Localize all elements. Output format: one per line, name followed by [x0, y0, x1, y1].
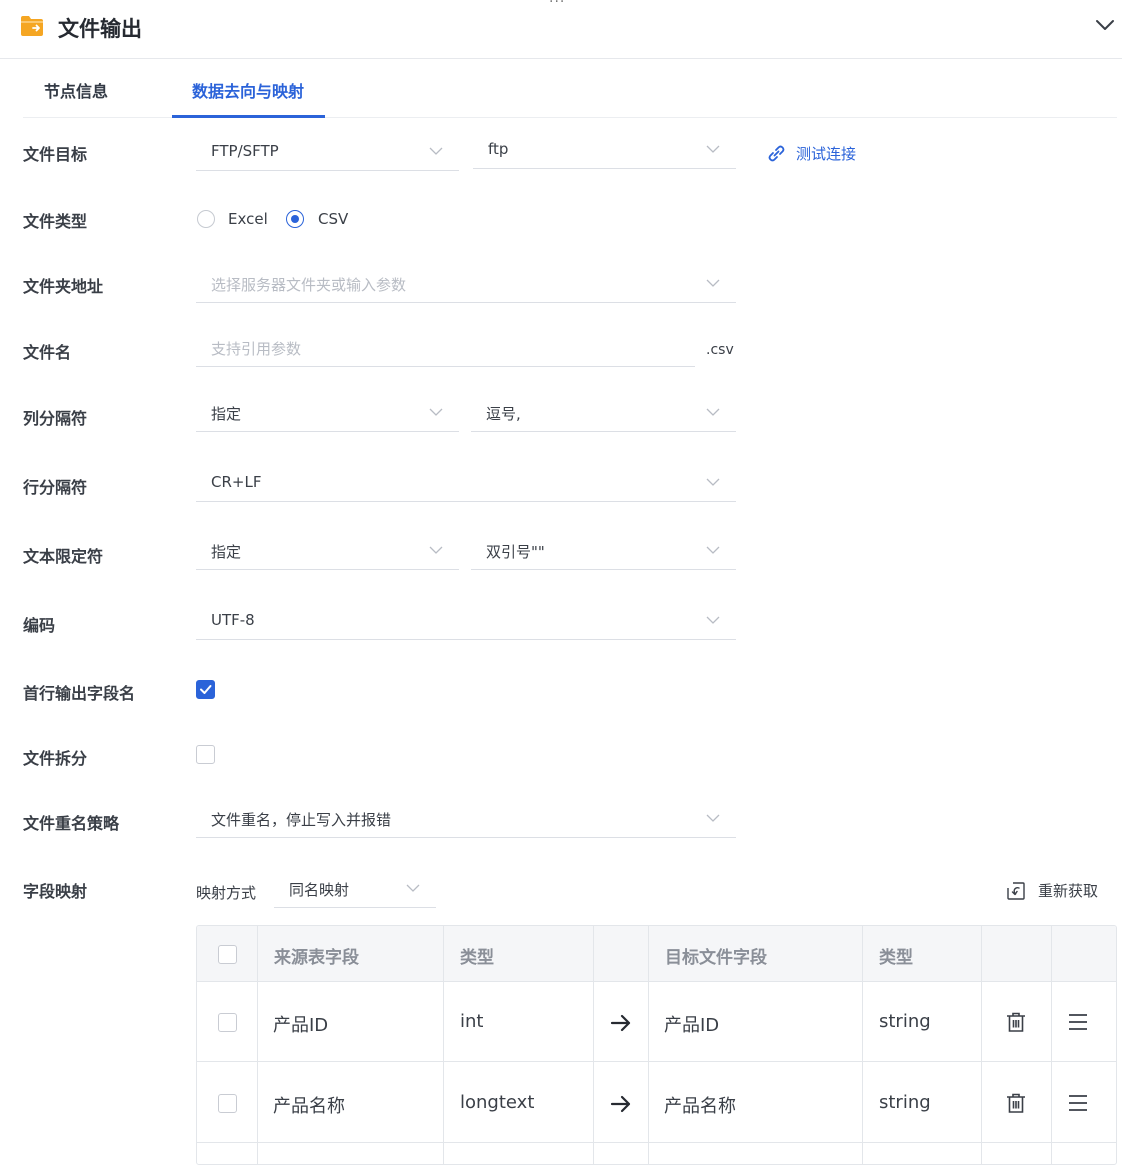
row-sep-select[interactable]: CR+LF [196, 466, 736, 502]
chevron-down-icon [406, 884, 420, 892]
source-type: longtext [460, 1092, 535, 1113]
file-target-type-select[interactable]: FTP/SFTP [196, 135, 459, 171]
arrow-right-icon [610, 1095, 631, 1113]
link-icon [768, 145, 785, 162]
radio-csv-label[interactable]: CSV [318, 210, 348, 228]
chevron-down-icon [429, 408, 443, 416]
row-checkbox[interactable] [218, 1094, 237, 1113]
chevron-down-icon [429, 546, 443, 554]
file-split-checkbox[interactable] [196, 745, 215, 764]
row-sep-label: 行分隔符 [23, 478, 88, 497]
rename-policy-label: 文件重名策略 [23, 814, 120, 833]
encoding-value: UTF-8 [211, 611, 255, 629]
mapping-table: 来源表字段 类型 目标文件字段 类型 产品ID int 产品ID string … [196, 925, 1117, 1165]
chevron-down-icon [706, 145, 720, 153]
refresh-icon [1007, 881, 1025, 900]
rename-policy-value: 文件重名，停止写入并报错 [211, 811, 392, 829]
mapping-mode-label: 映射方式 [196, 884, 257, 902]
trash-icon[interactable] [1005, 1092, 1027, 1114]
header-row-checkbox[interactable] [196, 680, 215, 699]
tab-data-mapping[interactable]: 数据去向与映射 [192, 78, 304, 102]
col-sep-value: 逗号, [486, 405, 521, 423]
test-connection-button[interactable]: 测试连接 [766, 143, 856, 164]
file-extension: .csv [706, 342, 734, 358]
target-field: 产品ID [664, 1015, 720, 1036]
file-type-label: 文件类型 [23, 212, 88, 231]
chevron-down-icon [706, 279, 720, 287]
chevron-down-icon [706, 814, 720, 822]
drag-handle-icon[interactable] [1068, 1013, 1088, 1031]
file-target-connection-value: ftp [488, 140, 509, 158]
folder-select[interactable]: 选择服务器文件夹或输入参数 [196, 267, 736, 303]
text-qualifier-label: 文本限定符 [23, 547, 104, 566]
refresh-button[interactable]: 重新获取 [1006, 880, 1098, 901]
radio-csv[interactable] [286, 210, 304, 228]
col-header-target: 目标文件字段 [665, 948, 767, 968]
test-connection-label: 测试连接 [796, 145, 857, 163]
target-field: 产品名称 [664, 1096, 736, 1117]
chevron-down-icon [706, 546, 720, 554]
radio-excel-label[interactable]: Excel [228, 210, 268, 228]
col-header-source-type: 类型 [460, 948, 494, 968]
col-sep-mode-value: 指定 [211, 405, 242, 423]
check-icon [200, 685, 212, 694]
arrow-right-icon [610, 1014, 631, 1032]
target-type: string [879, 1092, 931, 1113]
tab-node-info[interactable]: 节点信息 [44, 78, 108, 102]
file-split-label: 文件拆分 [23, 749, 88, 768]
source-field: 产品ID [273, 1015, 329, 1036]
chevron-down-icon [706, 408, 720, 416]
folder-placeholder: 选择服务器文件夹或输入参数 [211, 276, 407, 294]
panel-header [0, 0, 1122, 59]
source-type: int [460, 1011, 484, 1032]
chevron-down-icon[interactable] [1094, 14, 1116, 36]
text-qualifier-value: 双引号"" [486, 543, 545, 561]
chevron-down-icon [429, 147, 443, 155]
text-qualifier-mode-value: 指定 [211, 543, 242, 561]
radio-excel[interactable] [197, 210, 215, 228]
field-mapping-label: 字段映射 [23, 882, 88, 901]
row-checkbox[interactable] [218, 1013, 237, 1032]
file-name-label: 文件名 [23, 343, 72, 362]
file-target-label: 文件目标 [23, 145, 88, 164]
trash-icon[interactable] [1005, 1011, 1027, 1033]
mapping-mode-value: 同名映射 [289, 881, 350, 899]
file-target-type-value: FTP/SFTP [211, 142, 279, 160]
chevron-down-icon [706, 616, 720, 624]
col-header-target-type: 类型 [879, 948, 913, 968]
file-target-connection-select[interactable]: ftp [473, 133, 736, 169]
col-sep-value-select[interactable]: 逗号, [471, 396, 736, 432]
select-all-checkbox[interactable] [218, 945, 237, 964]
folder-label: 文件夹地址 [23, 277, 104, 296]
folder-export-icon [21, 16, 43, 36]
drag-handle-icon[interactable] [1068, 1094, 1088, 1112]
file-name-placeholder: 支持引用参数 [211, 340, 302, 358]
chevron-down-icon [706, 478, 720, 486]
encoding-select[interactable]: UTF-8 [196, 604, 736, 640]
col-header-source: 来源表字段 [274, 948, 359, 968]
encoding-label: 编码 [23, 616, 56, 635]
top-fragment: ... [549, 0, 565, 6]
text-qualifier-mode-select[interactable]: 指定 [196, 534, 459, 570]
refresh-label: 重新获取 [1038, 882, 1099, 900]
rename-policy-select[interactable]: 文件重名，停止写入并报错 [196, 802, 736, 838]
file-name-input[interactable]: 支持引用参数 [196, 331, 695, 367]
header-row-label: 首行输出字段名 [23, 684, 136, 703]
tab-active-indicator [172, 115, 325, 118]
target-type: string [879, 1011, 931, 1032]
panel-title: 文件输出 [58, 17, 142, 41]
row-sep-value: CR+LF [211, 473, 262, 491]
col-sep-mode-select[interactable]: 指定 [196, 396, 459, 432]
mapping-mode-select[interactable]: 同名映射 [274, 872, 436, 908]
col-sep-label: 列分隔符 [23, 409, 88, 428]
text-qualifier-value-select[interactable]: 双引号"" [471, 534, 736, 570]
source-field: 产品名称 [273, 1096, 345, 1117]
